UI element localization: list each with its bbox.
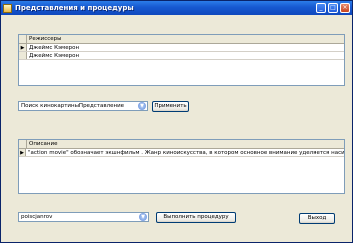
procedure-select[interactable]: poiscjanrov ▼ bbox=[18, 212, 149, 222]
minimize-icon[interactable]: _ bbox=[316, 3, 326, 13]
row-pointer-icon: ▶ bbox=[19, 44, 27, 51]
window-title: Представления и процедуры bbox=[15, 4, 134, 12]
chevron-down-icon[interactable]: ▼ bbox=[139, 213, 147, 221]
table-cell[interactable]: "action movie" обозначает экшнфильм . Жа… bbox=[26, 149, 344, 156]
chevron-down-icon[interactable]: ▼ bbox=[138, 102, 146, 110]
table-cell[interactable]: Джеймс Кэмерон bbox=[27, 52, 79, 59]
close-icon[interactable]: × bbox=[340, 3, 350, 13]
exit-button[interactable]: Выход bbox=[299, 213, 335, 224]
column-header-directors[interactable]: Режиссеры bbox=[27, 35, 62, 43]
table-cell[interactable]: Джеймс Кэмерон bbox=[27, 44, 80, 51]
table-row[interactable]: Джеймс Кэмерон bbox=[19, 52, 344, 60]
description-grid[interactable]: Описание ▶ "action movie" обозначает экш… bbox=[18, 139, 345, 194]
procedure-select-value: poiscjanrov bbox=[21, 214, 53, 220]
row-pointer-icon: ▶ bbox=[19, 149, 26, 156]
view-select[interactable]: Поиск кинокартиныПредставление ▼ bbox=[18, 101, 148, 111]
execute-procedure-button[interactable]: Выполнить процедуру bbox=[156, 212, 236, 223]
directors-grid[interactable]: Режиссеры ▶ Джеймс Кэмерон Джеймс Кэмеро… bbox=[18, 34, 345, 86]
grid-header: Режиссеры bbox=[19, 35, 344, 44]
table-row[interactable]: ▶ Джеймс Кэмерон bbox=[19, 44, 344, 52]
title-bar[interactable]: Представления и процедуры _ □ × bbox=[1, 1, 352, 15]
app-icon bbox=[3, 3, 12, 13]
table-row[interactable]: ▶ "action movie" обозначает экшнфильм . … bbox=[19, 149, 344, 157]
main-window: Представления и процедуры _ □ × Режиссер… bbox=[0, 0, 353, 243]
view-select-value: Поиск кинокартиныПредставление bbox=[21, 103, 125, 109]
window-controls: _ □ × bbox=[316, 3, 350, 13]
apply-button[interactable]: Применить bbox=[152, 101, 189, 112]
column-header-description[interactable]: Описание bbox=[27, 140, 57, 148]
grid-header: Описание bbox=[19, 140, 344, 149]
maximize-icon[interactable]: □ bbox=[328, 3, 338, 13]
